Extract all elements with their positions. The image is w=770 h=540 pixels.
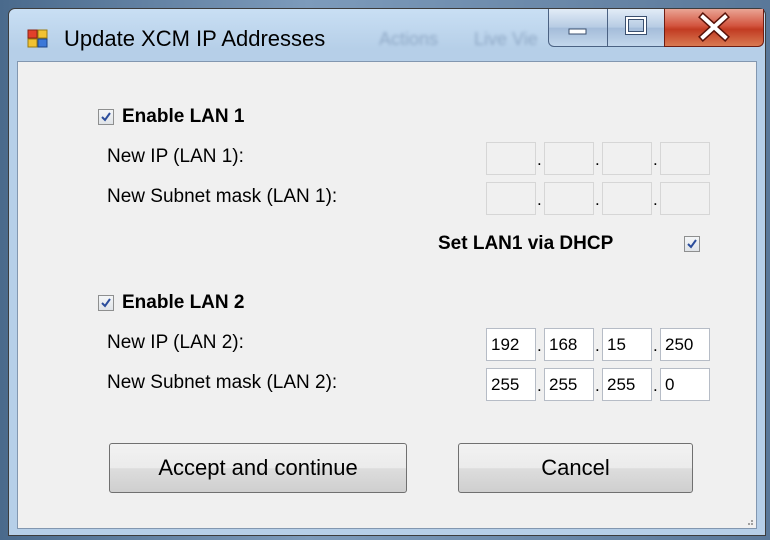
lan2-subnet-octet-2[interactable]: 255 [544,368,594,401]
close-button[interactable] [664,9,764,47]
lan1-dhcp-checkbox[interactable] [684,236,700,252]
enable-lan2-label[interactable]: Enable LAN 2 [122,292,244,314]
lan1-ip-octet-4[interactable] [660,142,710,175]
ip-dot: . [653,190,658,209]
lan1-ip-label: New IP (LAN 1): [107,146,244,167]
enable-lan1-label[interactable]: Enable LAN 1 [122,106,244,128]
ip-dot: . [537,190,542,209]
app-window-icon [27,29,49,49]
ip-dot: . [653,150,658,169]
ip-dot: . [595,376,600,395]
lan1-ip-octet-2[interactable] [544,142,594,175]
ip-dot: . [595,190,600,209]
lan2-subnet-octet-1[interactable]: 255 [486,368,536,401]
checkmark-icon [101,112,111,122]
accept-and-continue-button[interactable]: Accept and continue [109,443,407,493]
lan1-ip-octet-1[interactable] [486,142,536,175]
cancel-button[interactable]: Cancel [458,443,693,493]
close-icon [698,12,730,42]
dialog-window: Update XCM IP Addresses Actions Live Vie [8,8,766,536]
lan1-subnet-octet-3[interactable] [602,182,652,215]
lan1-subnet-octet-1[interactable] [486,182,536,215]
ip-dot: . [537,150,542,169]
background-window-text: Actions [379,29,439,49]
lan1-subnet-label: New Subnet mask (LAN 1): [107,186,338,207]
window-title: Update XCM IP Addresses [64,26,326,51]
enable-lan2-checkbox[interactable] [98,295,114,311]
enable-lan1-checkbox[interactable] [98,109,114,125]
checkmark-icon [687,239,697,249]
background-window-text: Live Vie [474,29,538,49]
lan1-ip-octet-3[interactable] [602,142,652,175]
title-bar[interactable]: Update XCM IP Addresses Actions Live Vie [9,9,765,61]
lan1-subnet-octet-2[interactable] [544,182,594,215]
maximize-button[interactable] [607,9,665,47]
lan2-ip-octet-4[interactable]: 250 [660,328,710,361]
ip-dot: . [537,376,542,395]
minimize-icon [568,28,587,35]
ip-dot: . [537,336,542,355]
lan2-ip-octet-2[interactable]: 168 [544,328,594,361]
maximize-icon [625,16,647,35]
lan1-subnet-octet-4[interactable] [660,182,710,215]
ip-dot: . [595,150,600,169]
dialog-client-area: Enable LAN 1 New IP (LAN 1): . . . New S… [17,61,757,529]
lan2-subnet-label: New Subnet mask (LAN 2): [107,372,338,393]
minimize-button[interactable] [548,9,608,47]
lan2-ip-octet-3[interactable]: 15 [602,328,652,361]
lan2-subnet-octet-4[interactable]: 0 [660,368,710,401]
ip-dot: . [653,376,658,395]
lan1-dhcp-label[interactable]: Set LAN1 via DHCP [438,233,613,255]
lan2-ip-label: New IP (LAN 2): [107,332,244,353]
ip-dot: . [653,336,658,355]
lan2-ip-octet-1[interactable]: 192 [486,328,536,361]
resize-grip-icon[interactable] [745,517,753,525]
lan2-subnet-octet-3[interactable]: 255 [602,368,652,401]
checkmark-icon [101,298,111,308]
ip-dot: . [595,336,600,355]
